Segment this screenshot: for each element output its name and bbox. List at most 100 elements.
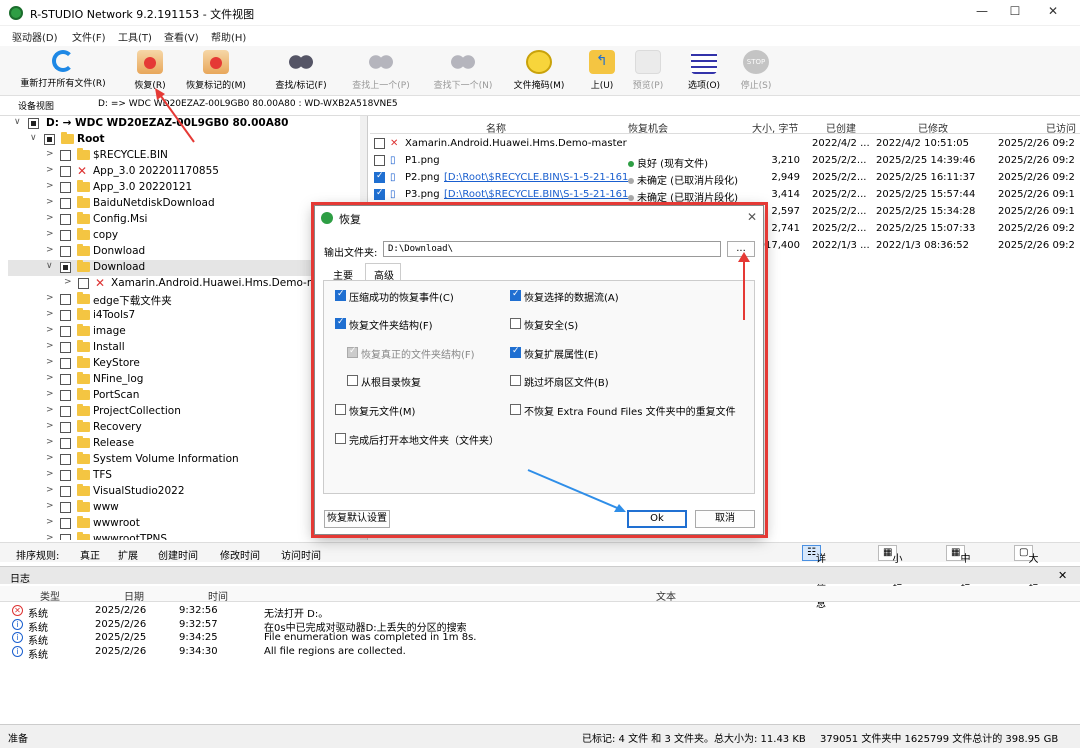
option-checkbox[interactable]	[335, 433, 346, 444]
preview-button[interactable]: 预览(P)	[628, 48, 668, 94]
expand-icon[interactable]: >	[46, 357, 56, 367]
reopen-all-button[interactable]: 重新打开所有文件(R)	[14, 48, 112, 94]
tree-item[interactable]: > VisualStudio2022	[8, 484, 358, 500]
row-checkbox[interactable]	[374, 155, 385, 166]
tree-item[interactable]: ∨ Download	[8, 260, 358, 276]
tree-item[interactable]: > copy	[8, 228, 358, 244]
row-checkbox[interactable]	[374, 138, 385, 149]
col-size[interactable]: 大小, 字节	[752, 120, 798, 135]
tree-checkbox[interactable]	[60, 246, 71, 257]
tree-item[interactable]: > KeyStore	[8, 356, 358, 372]
expand-icon[interactable]: >	[46, 485, 56, 495]
original-path-link[interactable]: [D:\Root\$RECYCLE.BIN\S-1-5-21-161	[444, 172, 628, 183]
menu-drive[interactable]: 驱动器(D)	[12, 29, 58, 44]
option-checkbox[interactable]	[347, 375, 358, 386]
tree-checkbox[interactable]	[60, 326, 71, 337]
option-checkbox[interactable]	[335, 317, 346, 329]
col-accessed[interactable]: 已访问	[1046, 120, 1076, 135]
option-checkbox[interactable]	[510, 318, 521, 329]
expand-icon[interactable]: >	[46, 325, 56, 335]
option-checkbox[interactable]	[335, 289, 346, 301]
tree-item[interactable]: > Install	[8, 340, 358, 356]
expand-icon[interactable]: >	[64, 277, 74, 287]
menu-view[interactable]: 查看(V)	[164, 29, 199, 44]
expand-icon[interactable]: >	[46, 245, 56, 255]
tree-checkbox[interactable]	[60, 454, 71, 465]
minimize-icon[interactable]: —	[972, 4, 992, 22]
collapse-icon[interactable]: ∨	[46, 261, 56, 271]
expand-icon[interactable]: >	[46, 341, 56, 351]
options-button[interactable]: 选项(O)	[684, 48, 724, 94]
maximize-icon[interactable]: ☐	[1005, 4, 1025, 22]
tree-checkbox[interactable]	[60, 374, 71, 385]
find-mark-button[interactable]: 查找/标记(F)	[270, 48, 332, 94]
tree-item[interactable]: > ProjectCollection	[8, 404, 358, 420]
cancel-button[interactable]: 取消	[695, 510, 755, 528]
expand-icon[interactable]: >	[46, 229, 56, 239]
log-row[interactable]: i 系统 2025/2/25 9:34:25 File enumeration was …	[0, 632, 1080, 647]
tree-item[interactable]: > wwwrootTPNS	[8, 532, 358, 540]
log-col-time[interactable]: 时间	[208, 588, 228, 603]
tree-checkbox[interactable]	[60, 390, 71, 401]
collapse-icon[interactable]: ∨	[30, 133, 40, 143]
tree-item[interactable]: > edge下载文件夹	[8, 292, 358, 308]
sort-real[interactable]: 真正	[80, 547, 100, 562]
menu-tools[interactable]: 工具(T)	[118, 29, 152, 44]
col-modified[interactable]: 已修改	[918, 120, 948, 135]
tree-checkbox[interactable]	[60, 486, 71, 497]
view-large-button[interactable]: ▢ 大图标	[1014, 545, 1038, 595]
tree-item[interactable]: > image	[8, 324, 358, 340]
expand-icon[interactable]: >	[46, 293, 56, 303]
stop-button[interactable]: STOP 停止(S)	[736, 48, 776, 94]
tree-checkbox[interactable]	[60, 198, 71, 209]
expand-icon[interactable]: >	[46, 149, 56, 159]
up-button[interactable]: ↰ 上(U)	[586, 48, 618, 94]
tree-checkbox[interactable]	[60, 518, 71, 529]
expand-icon[interactable]: >	[46, 181, 56, 191]
col-name[interactable]: 名称	[486, 120, 506, 135]
tree-checkbox[interactable]	[60, 262, 71, 273]
tree-checkbox[interactable]	[60, 358, 71, 369]
log-row[interactable]: ✕ 系统 2025/2/26 9:32:56 无法打开 D:。	[0, 605, 1080, 620]
tree-item[interactable]: > Release	[8, 436, 358, 452]
option-checkbox[interactable]	[347, 346, 358, 358]
tree-item[interactable]: > PortScan	[8, 388, 358, 404]
tree-checkbox[interactable]	[60, 150, 71, 161]
log-close-icon[interactable]: ✕	[1058, 569, 1067, 582]
ok-button[interactable]: Ok	[627, 510, 687, 528]
expand-icon[interactable]: >	[46, 501, 56, 511]
expand-icon[interactable]: >	[46, 533, 56, 540]
expand-icon[interactable]: >	[46, 389, 56, 399]
col-chance[interactable]: 恢复机会	[628, 120, 668, 135]
tree-item[interactable]: > ✕ Xamarin.Android.Huawei.Hms.Demo-mas	[8, 276, 358, 292]
expand-icon[interactable]: >	[46, 405, 56, 415]
find-next-button[interactable]: 查找下一个(N)	[428, 48, 498, 94]
list-row[interactable]: ✕ Xamarin.Android.Huawei.Hms.Demo-master 2…	[370, 136, 1080, 153]
expand-icon[interactable]: >	[46, 453, 56, 463]
sort-accessed[interactable]: 访问时间	[281, 547, 321, 562]
tree-item[interactable]: > Donwload	[8, 244, 358, 260]
tree-checkbox[interactable]	[60, 294, 71, 305]
original-path-link[interactable]: [D:\Root\$RECYCLE.BIN\S-1-5-21-161	[444, 189, 628, 200]
tree-item[interactable]: > TFS	[8, 468, 358, 484]
find-prev-button[interactable]: 查找上一个(P)	[346, 48, 416, 94]
option-checkbox[interactable]	[510, 346, 521, 358]
tree-checkbox[interactable]	[60, 502, 71, 513]
output-folder-input[interactable]: D:\Download\	[383, 241, 721, 257]
tree-item[interactable]: > i4Tools7	[8, 308, 358, 324]
menu-file[interactable]: 文件(F)	[72, 29, 106, 44]
tree-checkbox[interactable]	[28, 118, 39, 129]
log-col-date[interactable]: 日期	[124, 588, 144, 603]
col-created[interactable]: 已创建	[826, 120, 856, 135]
tree-checkbox[interactable]	[60, 310, 71, 321]
tree-checkbox[interactable]	[60, 214, 71, 225]
collapse-icon[interactable]: ∨	[14, 117, 24, 127]
sort-ext[interactable]: 扩展	[118, 547, 138, 562]
tree-checkbox[interactable]	[60, 166, 71, 177]
tree-item[interactable]: > wwwroot	[8, 516, 358, 532]
sort-created[interactable]: 创建时间	[158, 547, 198, 562]
dialog-close-icon[interactable]: ✕	[747, 210, 757, 224]
log-row[interactable]: i 系统 2025/2/26 9:32:57 在0s中已完成对驱动器D:上丢失的分区的搜…	[0, 618, 1080, 634]
tree-checkbox[interactable]	[60, 534, 71, 540]
expand-icon[interactable]: >	[46, 421, 56, 431]
